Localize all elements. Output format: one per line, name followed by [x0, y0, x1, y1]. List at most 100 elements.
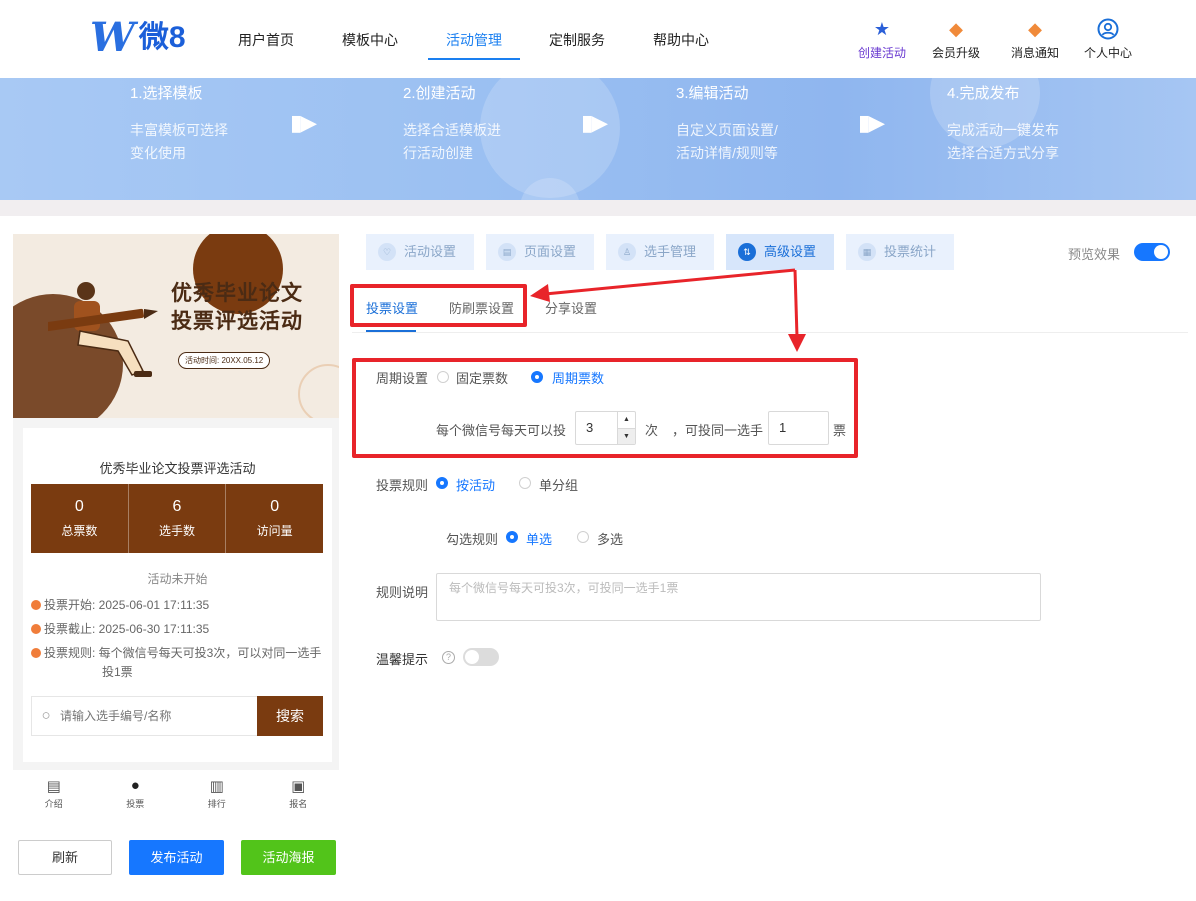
subtab-share-settings[interactable]: 分享设置 — [545, 298, 597, 317]
stat-total-votes: 0 总票数 — [31, 484, 129, 553]
rule-by-activity-radio[interactable] — [436, 477, 448, 489]
activity-poster: 优秀毕业论文 投票评选活动 活动时间: 20XX.05.12 — [13, 234, 339, 418]
step-3: 3.编辑活动 自定义页面设置/ 活动详情/规则等 — [676, 82, 778, 165]
tab-label: 排行 — [207, 799, 226, 809]
step-title: 4.完成发布 — [947, 85, 1020, 102]
nav-activity-management[interactable]: 活动管理 — [446, 30, 502, 50]
tab-label: 页面设置 — [524, 244, 577, 259]
check-single-radio[interactable] — [506, 531, 518, 543]
step-desc-line: 完成活动一键发布 — [947, 122, 1059, 138]
step-arrow-icon: ▮▶ — [858, 110, 885, 135]
personal-center-label: 个人中心 — [1083, 46, 1132, 60]
create-activity-label: 创建活动 — [857, 46, 906, 60]
logo-text: 微8 — [138, 21, 186, 54]
stats-panel: 0 总票数 6 选手数 0 访问量 — [31, 484, 323, 553]
search-button[interactable]: 搜索 — [257, 696, 323, 736]
nav-template-center[interactable]: 模板中心 — [342, 30, 398, 50]
activity-poster-button[interactable]: 活动海报 — [241, 840, 336, 875]
refresh-button[interactable]: 刷新 — [18, 840, 112, 875]
step-desc-line: 丰富模板可选择 — [130, 122, 228, 138]
person-icon: ● — [130, 777, 140, 794]
vote-start-text: 投票开始: 2025-06-01 17:11:35 — [44, 598, 210, 612]
personal-center-button[interactable]: 个人中心 — [1078, 18, 1138, 61]
help-icon[interactable]: ? — [442, 651, 455, 664]
tab-intro[interactable]: ▤ 介绍 — [13, 770, 95, 819]
section-divider — [0, 200, 1196, 216]
vote-end-info: 投票截止: 2025-06-30 17:11:35 — [31, 620, 209, 639]
nav-help-center[interactable]: 帮助中心 — [653, 30, 709, 50]
bars-icon: ▥ — [209, 778, 224, 795]
tab-signup[interactable]: ▣ 报名 — [258, 770, 340, 819]
tab-label: 投票统计 — [884, 244, 937, 259]
member-upgrade-button[interactable]: ◆ 会员升级 — [926, 18, 986, 61]
heart-icon: ♡ — [378, 243, 396, 261]
tab-player-management[interactable]: ♙ 选手管理 — [606, 234, 714, 270]
vote-rule-info: 投票规则: 每个微信号每天可投3次，可以对同一选手 投1票 — [31, 644, 321, 682]
stat-visits: 0 访问量 — [226, 484, 323, 553]
stat-value: 0 — [270, 498, 280, 515]
tab-vote[interactable]: ● 投票 — [95, 770, 177, 819]
tab-label: 选手管理 — [644, 244, 697, 259]
subtab-active-indicator — [366, 330, 416, 332]
preview-effect-toggle[interactable] — [1134, 243, 1170, 261]
check-single-label[interactable]: 单选 — [526, 529, 552, 548]
rule-single-group-radio[interactable] — [519, 477, 531, 489]
notifications-label: 消息通知 — [1010, 46, 1059, 60]
nav-custom-service[interactable]: 定制服务 — [549, 30, 605, 50]
vote-end-text: 投票截止: 2025-06-30 17:11:35 — [44, 622, 210, 636]
tab-label: 介绍 — [44, 799, 63, 809]
check-multi-label[interactable]: 多选 — [597, 529, 623, 548]
player-search: ○ 搜索 — [31, 696, 323, 736]
preview-effect-label: 预览效果 — [1068, 247, 1121, 262]
tab-vote-statistics[interactable]: ▦ 投票统计 — [846, 234, 954, 270]
rule-by-activity-label[interactable]: 按活动 — [456, 475, 495, 494]
vote-rule-text: 投票规则: 每个微信号每天可投3次，可以对同一选手 — [44, 646, 322, 660]
create-activity-button[interactable]: ★ 创建活动 — [852, 18, 912, 61]
publish-activity-button[interactable]: 发布活动 — [129, 840, 224, 875]
toggle-knob — [1154, 245, 1168, 259]
user-icon — [1097, 18, 1119, 40]
nav-active-indicator — [428, 58, 520, 60]
tab-label: 投票 — [126, 799, 145, 809]
annotation-box — [352, 358, 858, 458]
vote-rule-label: 投票规则 — [376, 478, 429, 493]
rule-single-group-label[interactable]: 单分组 — [539, 475, 578, 494]
tab-page-settings[interactable]: ▤ 页面设置 — [486, 234, 594, 270]
step-desc-line: 活动详情/规则等 — [676, 145, 778, 161]
rule-desc-textarea[interactable]: 每个微信号每天可投3次，可投同一选手1票 — [436, 573, 1041, 621]
step-title: 1.选择模板 — [130, 85, 203, 102]
step-title: 3.编辑活动 — [676, 85, 749, 102]
poster-date: 活动时间: 20XX.05.12 — [178, 352, 271, 369]
step-desc-line: 自定义页面设置/ — [676, 122, 778, 138]
star-icon: ★ — [873, 19, 891, 39]
member-upgrade-label: 会员升级 — [931, 46, 980, 60]
tab-label: 高级设置 — [764, 244, 817, 259]
rule-desc-label: 规则说明 — [376, 585, 429, 600]
step-arrow-icon: ▮▶ — [290, 110, 317, 135]
notifications-button[interactable]: ◆ 消息通知 — [1005, 18, 1065, 61]
info-dot-icon — [31, 624, 41, 634]
people-icon: ♙ — [618, 243, 636, 261]
logo[interactable]: W 微8 — [90, 18, 186, 58]
tab-label: 报名 — [289, 799, 308, 809]
step-desc-line: 行活动创建 — [403, 145, 473, 161]
warm-tip-toggle[interactable] — [463, 648, 499, 666]
student-illustration-icon — [48, 282, 158, 377]
nav-user-home[interactable]: 用户首页 — [238, 30, 294, 50]
check-rule-label: 勾选规则 — [446, 532, 499, 547]
tab-advanced-settings[interactable]: ⇅ 高级设置 — [726, 234, 834, 270]
activity-status: 活动未开始 — [147, 572, 208, 586]
annotation-box — [350, 284, 527, 327]
step-2: 2.创建活动 选择合适模板进 行活动创建 — [403, 82, 501, 165]
stat-value: 0 — [74, 498, 84, 515]
tab-ranking[interactable]: ▥ 排行 — [176, 770, 258, 819]
tab-activity-settings[interactable]: ♡ 活动设置 — [366, 234, 474, 270]
stat-label: 总票数 — [61, 524, 98, 538]
form-icon: ▣ — [291, 778, 306, 795]
info-dot-icon — [31, 600, 41, 610]
stat-label: 访问量 — [256, 524, 293, 538]
activity-info-card: 优秀毕业论文投票评选活动 0 总票数 6 选手数 0 访问量 活动未开始 投票开始: … — [23, 428, 332, 762]
diamond-icon: ◆ — [949, 19, 963, 39]
player-search-input[interactable] — [60, 697, 257, 735]
check-multi-radio[interactable] — [577, 531, 589, 543]
